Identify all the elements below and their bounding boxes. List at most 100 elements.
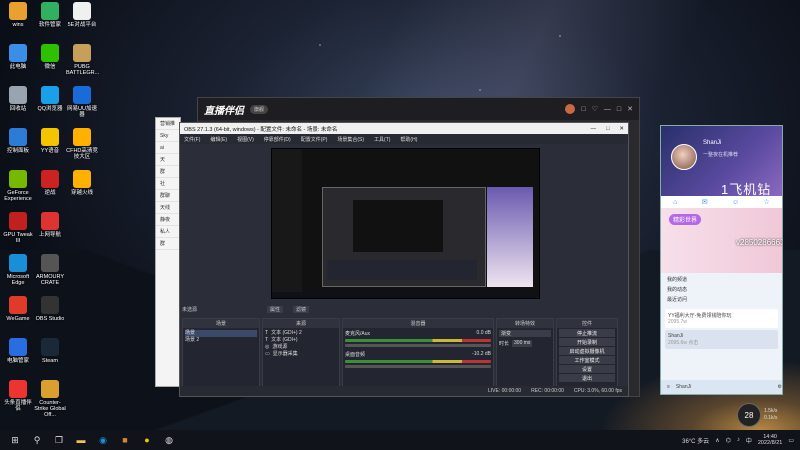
qq-username[interactable]: ShanJi (703, 140, 721, 146)
desktop-icon[interactable]: wins (2, 2, 34, 28)
control-button[interactable]: 设置 (559, 365, 615, 373)
desktop-icon[interactable]: OBS Studio (34, 296, 66, 322)
favorite-icon[interactable]: ♡ (592, 105, 598, 113)
transition-select[interactable]: 渐变 (499, 330, 551, 337)
source-item[interactable]: T 文本 (GDI+) (265, 337, 337, 344)
desktop-icon[interactable]: 软件管家 (34, 2, 66, 28)
desktop-icon[interactable]: GPU Tweak III (2, 212, 34, 244)
list-item[interactable]: 天 (156, 154, 180, 166)
source-item[interactable]: T 文本 (GDI+) 2 (265, 330, 337, 337)
desktop-icon[interactable]: Counter-Strike Global Off... (34, 380, 66, 418)
list-item[interactable]: 群 (156, 166, 180, 178)
chat-item[interactable]: ShanJi 2095.6w 点击 (665, 330, 778, 349)
desktop-icon[interactable]: PUBG BATTLEGR... (66, 44, 99, 76)
list-item[interactable]: 群聊 (156, 190, 180, 202)
settings-icon[interactable]: ⚙ (778, 384, 782, 390)
notification-icon[interactable]: ▭ (788, 437, 794, 444)
home-icon[interactable]: ⌂ (673, 199, 677, 206)
desktop-icon[interactable]: 逆战 (34, 170, 66, 196)
chevron-up-icon[interactable]: ∧ (715, 437, 719, 444)
obs-titlebar[interactable]: OBS 27.1.3 (64-bit, windows) - 配置文件: 未命名… (180, 123, 628, 134)
edge-icon[interactable]: ◉ (96, 433, 110, 447)
control-button[interactable]: 启动虚拟摄像机 (559, 347, 615, 355)
skin-icon[interactable]: □ (581, 106, 585, 113)
maximize-icon[interactable]: □ (617, 106, 621, 113)
menu-item[interactable]: 视图(V) (237, 136, 254, 143)
clock[interactable]: 14:40 2022/8/21 (758, 434, 782, 446)
menu-item[interactable]: 工具(T) (374, 136, 390, 143)
control-button[interactable]: 开始录制 (559, 338, 615, 346)
desktop-icon[interactable]: ARMOURY CRATE (34, 254, 66, 286)
close-icon[interactable]: ✕ (619, 126, 624, 132)
desktop-icon[interactable]: 电脑管家 (2, 338, 34, 364)
message-icon[interactable]: ✉ (702, 198, 708, 206)
desktop-icon[interactable]: Microsoft Edge (2, 254, 34, 286)
desktop-icon[interactable]: 回收站 (2, 86, 34, 112)
list-item[interactable]: 静夜 (156, 214, 180, 226)
scene-item[interactable]: 场景 (185, 330, 257, 337)
chat-list-window[interactable]: 营销推 Sky ai 天群社群聊 天线 静夜 私人群 (155, 117, 181, 387)
control-button[interactable]: 退出 (559, 374, 615, 382)
menu-item[interactable]: 停靠部件(D) (264, 136, 291, 143)
menu-item[interactable]: 配置文件(P) (301, 136, 328, 143)
network-icon[interactable]: ⌬ (726, 437, 731, 444)
volume-icon[interactable]: ♪ (737, 437, 740, 443)
desktop-icon[interactable]: 此电脑 (2, 44, 34, 70)
avatar[interactable] (565, 104, 576, 114)
file-explorer-icon[interactable]: ▬ (74, 433, 88, 447)
desktop-icon[interactable]: 微信 (34, 44, 66, 70)
control-button[interactable]: 工作室模式 (559, 356, 615, 364)
desktop-icon[interactable]: 网易UU加速器 (66, 86, 98, 118)
list-item[interactable]: 社 (156, 178, 180, 190)
list-item[interactable]: 营销推 (156, 118, 180, 130)
windows-start-icon[interactable]: ⊞ (8, 433, 22, 447)
filters-button[interactable]: 滤镜 (293, 306, 310, 313)
chat-item[interactable]: YY福利大厅-免费领钱陪你玩 2095.7w (665, 309, 778, 328)
duration-input[interactable]: 300 ms (512, 340, 533, 347)
list-item[interactable]: 私人 (156, 226, 180, 238)
desktop-icon[interactable]: 穿越火线 (66, 170, 98, 196)
menu-item[interactable]: 帮助(H) (400, 136, 417, 143)
minimize-icon[interactable]: — (591, 126, 597, 132)
stream-badge[interactable]: 旗舰 (250, 104, 269, 114)
menu-item[interactable]: 编辑(E) (210, 136, 227, 143)
weather-status[interactable]: 36°C 多云 (682, 436, 709, 445)
search-icon[interactable]: ⚲ (30, 433, 44, 447)
close-icon[interactable]: ✕ (627, 105, 633, 113)
stream-titlebar[interactable]: 直播伴侣 旗舰 □ ♡ — □ ✕ (198, 98, 639, 120)
list-item[interactable]: 我的频道 (667, 275, 776, 285)
app-icon[interactable]: ■ (118, 433, 132, 447)
minimize-icon[interactable]: — (604, 106, 611, 113)
desktop-icon[interactable]: Steam (34, 338, 66, 364)
properties-button[interactable]: 属性 (267, 306, 284, 313)
list-item[interactable]: ai (156, 142, 180, 154)
list-item[interactable]: 天线 (156, 202, 180, 214)
list-item[interactable]: Sky (156, 130, 180, 142)
desktop-icon[interactable]: 5E对战平台 (66, 2, 98, 28)
desktop-icon[interactable]: 上网导航 (34, 212, 66, 238)
maximize-icon[interactable]: □ (606, 126, 609, 132)
list-item[interactable]: 最近访问 (667, 295, 776, 305)
yy-icon[interactable]: ● (140, 433, 154, 447)
desktop-icon[interactable]: 头条直播伴侣 (2, 380, 34, 412)
search-input[interactable]: ShanJi (676, 384, 691, 390)
desktop-icon[interactable]: CFHD高清竞技大区 (66, 128, 98, 160)
task-view-icon[interactable]: ❐ (52, 433, 66, 447)
qq-banner[interactable]: 精彩世界 v2850286663 (661, 208, 782, 273)
desktop-icon[interactable]: QQ浏览器 (34, 86, 66, 112)
menu-item[interactable]: 文件(F) (184, 136, 200, 143)
obs-window[interactable]: OBS 27.1.3 (64-bit, windows) - 配置文件: 未命名… (179, 122, 629, 397)
list-item[interactable]: 我的动态 (667, 285, 776, 295)
network-speed-widget[interactable]: 28 1.5k/s 0.1k/s (737, 403, 777, 427)
volume-slider[interactable] (345, 344, 491, 347)
obs-icon[interactable]: ◍ (162, 433, 176, 447)
desktop-icon[interactable]: 控制面板 (2, 128, 34, 154)
scene-item[interactable]: 场景 2 (185, 337, 257, 344)
desktop-icon[interactable]: WeGame (2, 296, 34, 322)
desktop-icon[interactable]: YY语音 (34, 128, 66, 154)
qq-panel-window[interactable]: ShanJi 一整夜在机推荐 1飞机钻石 ⌂ ✉ ☺ ☆ 精彩世界 v28502… (660, 125, 783, 395)
source-item[interactable]: ◎ 游戏源 (265, 344, 337, 351)
desktop-icon[interactable]: GeForce Experience (2, 170, 34, 202)
qq-signature[interactable]: 一整夜在机推荐 (703, 151, 738, 158)
source-item[interactable]: ▭ 显示器采集 (265, 351, 337, 358)
